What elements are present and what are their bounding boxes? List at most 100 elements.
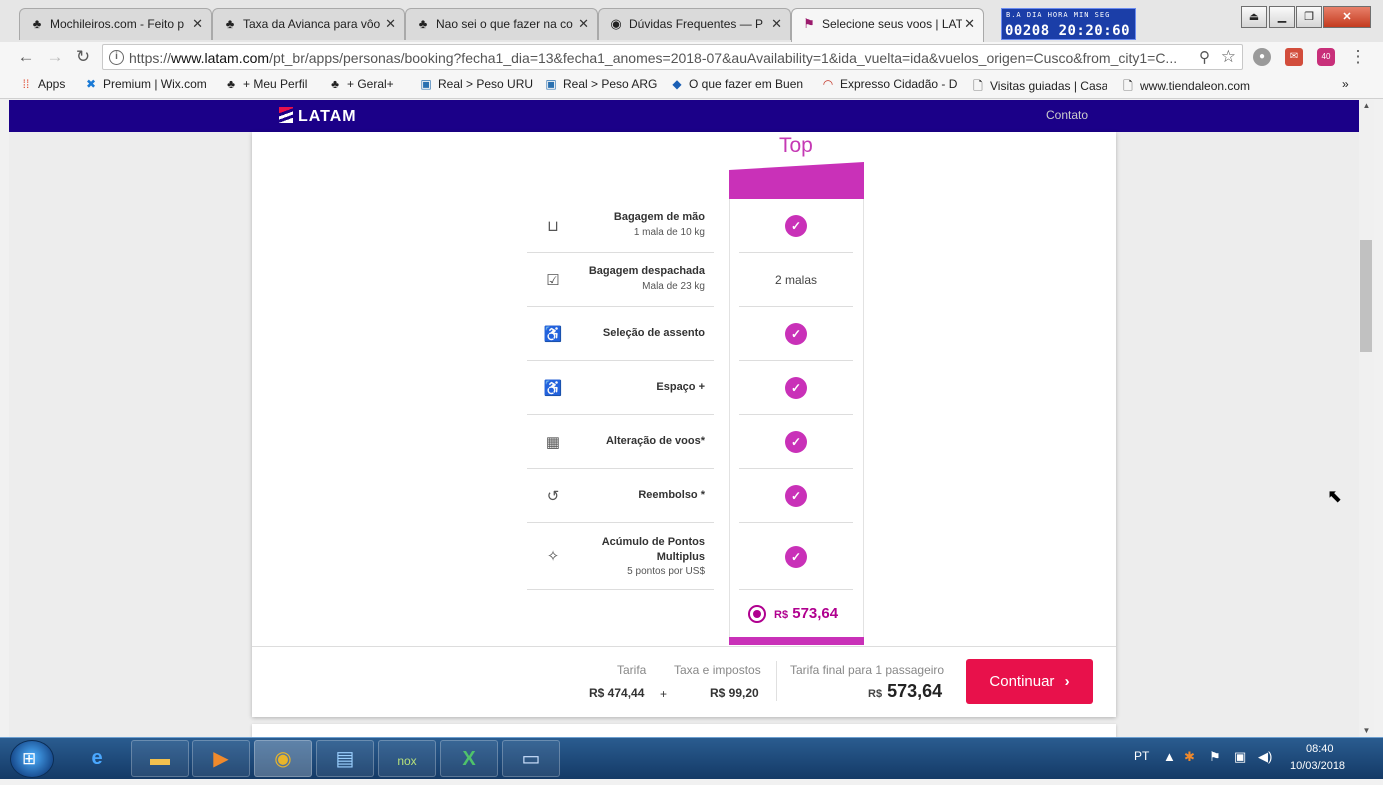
address-bar[interactable]: i https://www.latam.com/pt_br/apps/perso… [102,44,1243,70]
bookmark-peso-arg[interactable]: ▣ Real > Peso ARG [543,77,657,91]
final-fare-label: Tarifa final para 1 passageiro [790,663,945,677]
url-text[interactable]: https://www.latam.com/pt_br/apps/persona… [129,50,1189,66]
window-controls: ⏏ ▁ ❐ ✕ [1241,6,1376,28]
refund-icon: ↺ [546,488,560,505]
tab-duvidas[interactable]: ◉ Dúvidas Frequentes — P ✕ [598,8,791,40]
fare-price-option[interactable]: R$ 573,64 [739,592,853,632]
bookmark-visitas[interactable]: 🗋 Visitas guiadas | Casa [970,77,1107,98]
minimize-button[interactable]: ▁ [1269,6,1295,28]
calendar-icon: ▦ [545,434,561,451]
tab-mochileiros[interactable]: ♣ Mochileiros.com - Feito p ✕ [19,8,212,40]
forward-arrow-icon[interactable]: → [43,45,67,69]
chrome-icon[interactable]: ◉ [254,740,312,777]
total-value: 573,64 [887,681,943,701]
reload-icon[interactable]: ↻ [71,45,95,69]
continue-button[interactable]: Continuar › [966,659,1093,704]
page-scrollbar[interactable]: ▲ ▼ [1359,100,1374,737]
ie-icon[interactable]: e [68,740,126,777]
tray-app-icon[interactable]: ✱ [1184,749,1195,765]
extension-gray-icon[interactable]: ● [1253,48,1271,66]
total-currency: R$ [868,688,883,700]
bookmark-tiendaleon[interactable]: 🗋 www.tiendaleon.com [1120,77,1256,98]
extension-badge: 40 [1321,52,1331,61]
latam-logo[interactable]: LATAM [279,107,357,126]
feature-value-hand-baggage: ✓ [739,199,853,253]
start-button[interactable]: ⊞ [10,740,54,778]
tree-icon: ♣ [225,16,235,31]
checked-bag-icon: ☑ [546,272,560,289]
bookmarks-bar: ⁞⁞ Apps ✖ Premium | Wix.com ♣ + Meu Perfil … [0,72,1383,99]
seat-icon: ♿ [543,326,563,343]
excel-icon[interactable]: X [440,740,498,777]
checkmark-icon: ✓ [785,431,807,453]
close-tab-icon[interactable]: ✕ [771,9,782,39]
feature-value-refund: ✓ [739,469,853,523]
bookmarks-overflow-icon[interactable]: » [1342,77,1349,91]
back-arrow-icon[interactable]: ← [14,45,38,69]
bookmark-peso-uru[interactable]: ▣ Real > Peso URU [418,77,533,91]
bookmark-expresso[interactable]: ◠ Expresso Cidadão - D [820,77,958,91]
bookmark-label: Visitas guiadas | Casa [990,79,1107,93]
maximize-button[interactable]: ❐ [1296,6,1322,28]
close-tab-icon[interactable]: ✕ [964,9,975,39]
clock-value: 00208 20:20:60 [1005,23,1131,39]
bookmark-label: Premium | Wix.com [103,77,207,91]
zoom-icon[interactable]: ⚲ [1199,48,1210,66]
bookmark-apps[interactable]: ⁞⁞ Apps [18,77,66,91]
network-icon[interactable]: ▣ [1234,749,1246,765]
folder-icon[interactable]: ▬ [131,740,189,777]
clock-labels: B.A DIA HORA MIN SEG [1006,11,1111,19]
control-panel-icon[interactable]: ▤ [316,740,374,777]
extension-mail-icon[interactable]: ✉ [1285,48,1303,66]
info-icon[interactable]: i [109,50,124,65]
url-host: www.latam.com [171,50,270,66]
feature-title: Seleção de assento [602,327,705,339]
tab-avianca[interactable]: ♣ Taxa da Avianca para vôo ✕ [212,8,405,40]
scroll-down-arrow-icon[interactable]: ▼ [1359,725,1374,737]
bookmark-meu-perfil[interactable]: ♣ + Meu Perfil [223,77,307,91]
feature-row-seat-selection: ♿ Seleção de assento [527,307,714,361]
clock-date[interactable]: 10/03/2018 [1290,760,1345,772]
bookmark-label: Expresso Cidadão - D [840,77,958,91]
close-tab-icon[interactable]: ✕ [385,9,396,39]
feature-title: Bagagem despachada [588,265,705,277]
close-tab-icon[interactable]: ✕ [578,9,589,39]
remote-desktop-icon[interactable]: ▭ [502,740,560,777]
scroll-up-arrow-icon[interactable]: ▲ [1359,100,1374,112]
extension-instagram-icon[interactable]: 40 [1317,48,1335,66]
action-center-flag-icon[interactable]: ⚑ [1209,749,1221,765]
currency-icon: ▣ [420,77,432,91]
clock-time[interactable]: 08:40 [1306,743,1334,755]
bookmark-geral[interactable]: ♣ + Geral+ [327,77,394,91]
menu-dots-icon[interactable]: ⋮ [1346,45,1370,69]
bookmark-buenos-aires[interactable]: ◆ O que fazer em Buen [669,77,807,91]
nox-icon[interactable]: nox [378,740,436,777]
bookmark-wix[interactable]: ✖ Premium | Wix.com [83,77,207,91]
feature-title: Bagagem de mão [613,211,705,223]
feature-title: Alteração de voos* [605,435,705,447]
contact-link[interactable]: Contato [1046,108,1088,122]
url-scheme: https:// [129,50,172,66]
close-tab-icon[interactable]: ✕ [192,9,203,39]
tab-latam[interactable]: ⚑ Selecione seus voos | LAT ✕ [791,8,984,42]
volume-icon[interactable]: ◀) [1258,749,1272,765]
checkmark-icon: ✓ [785,546,807,568]
close-window-button[interactable]: ✕ [1323,6,1371,28]
scroll-thumb[interactable] [1360,240,1372,352]
fare-radio-selected[interactable] [748,605,766,623]
page-viewport: LATAM Contato Top ⊔ Bagagem de mão 1 mal… [9,100,1359,737]
address-toolbar: ← → ↻ i https://www.latam.com/pt_br/apps… [0,42,1383,72]
map-pin-icon: ◆ [672,77,682,91]
fare-column-footer [729,637,864,645]
bookmark-star-icon[interactable]: ☆ [1221,47,1236,67]
eject-icon[interactable]: ⏏ [1241,6,1267,28]
checkmark-icon: ✓ [785,323,807,345]
tab-title: Mochileiros.com - Feito p [50,17,185,31]
media-player-icon[interactable]: ▶ [192,740,250,777]
tab-nao-sei[interactable]: ♣ Nao sei o que fazer na co ✕ [405,8,598,40]
feature-subtitle: 1 mala de 10 kg [633,227,705,238]
wix-icon: ✖ [85,77,97,91]
show-hidden-icons-icon[interactable]: ▲ [1163,749,1176,764]
language-indicator[interactable]: PT [1134,749,1149,763]
feature-title: Espaço + [656,381,705,393]
